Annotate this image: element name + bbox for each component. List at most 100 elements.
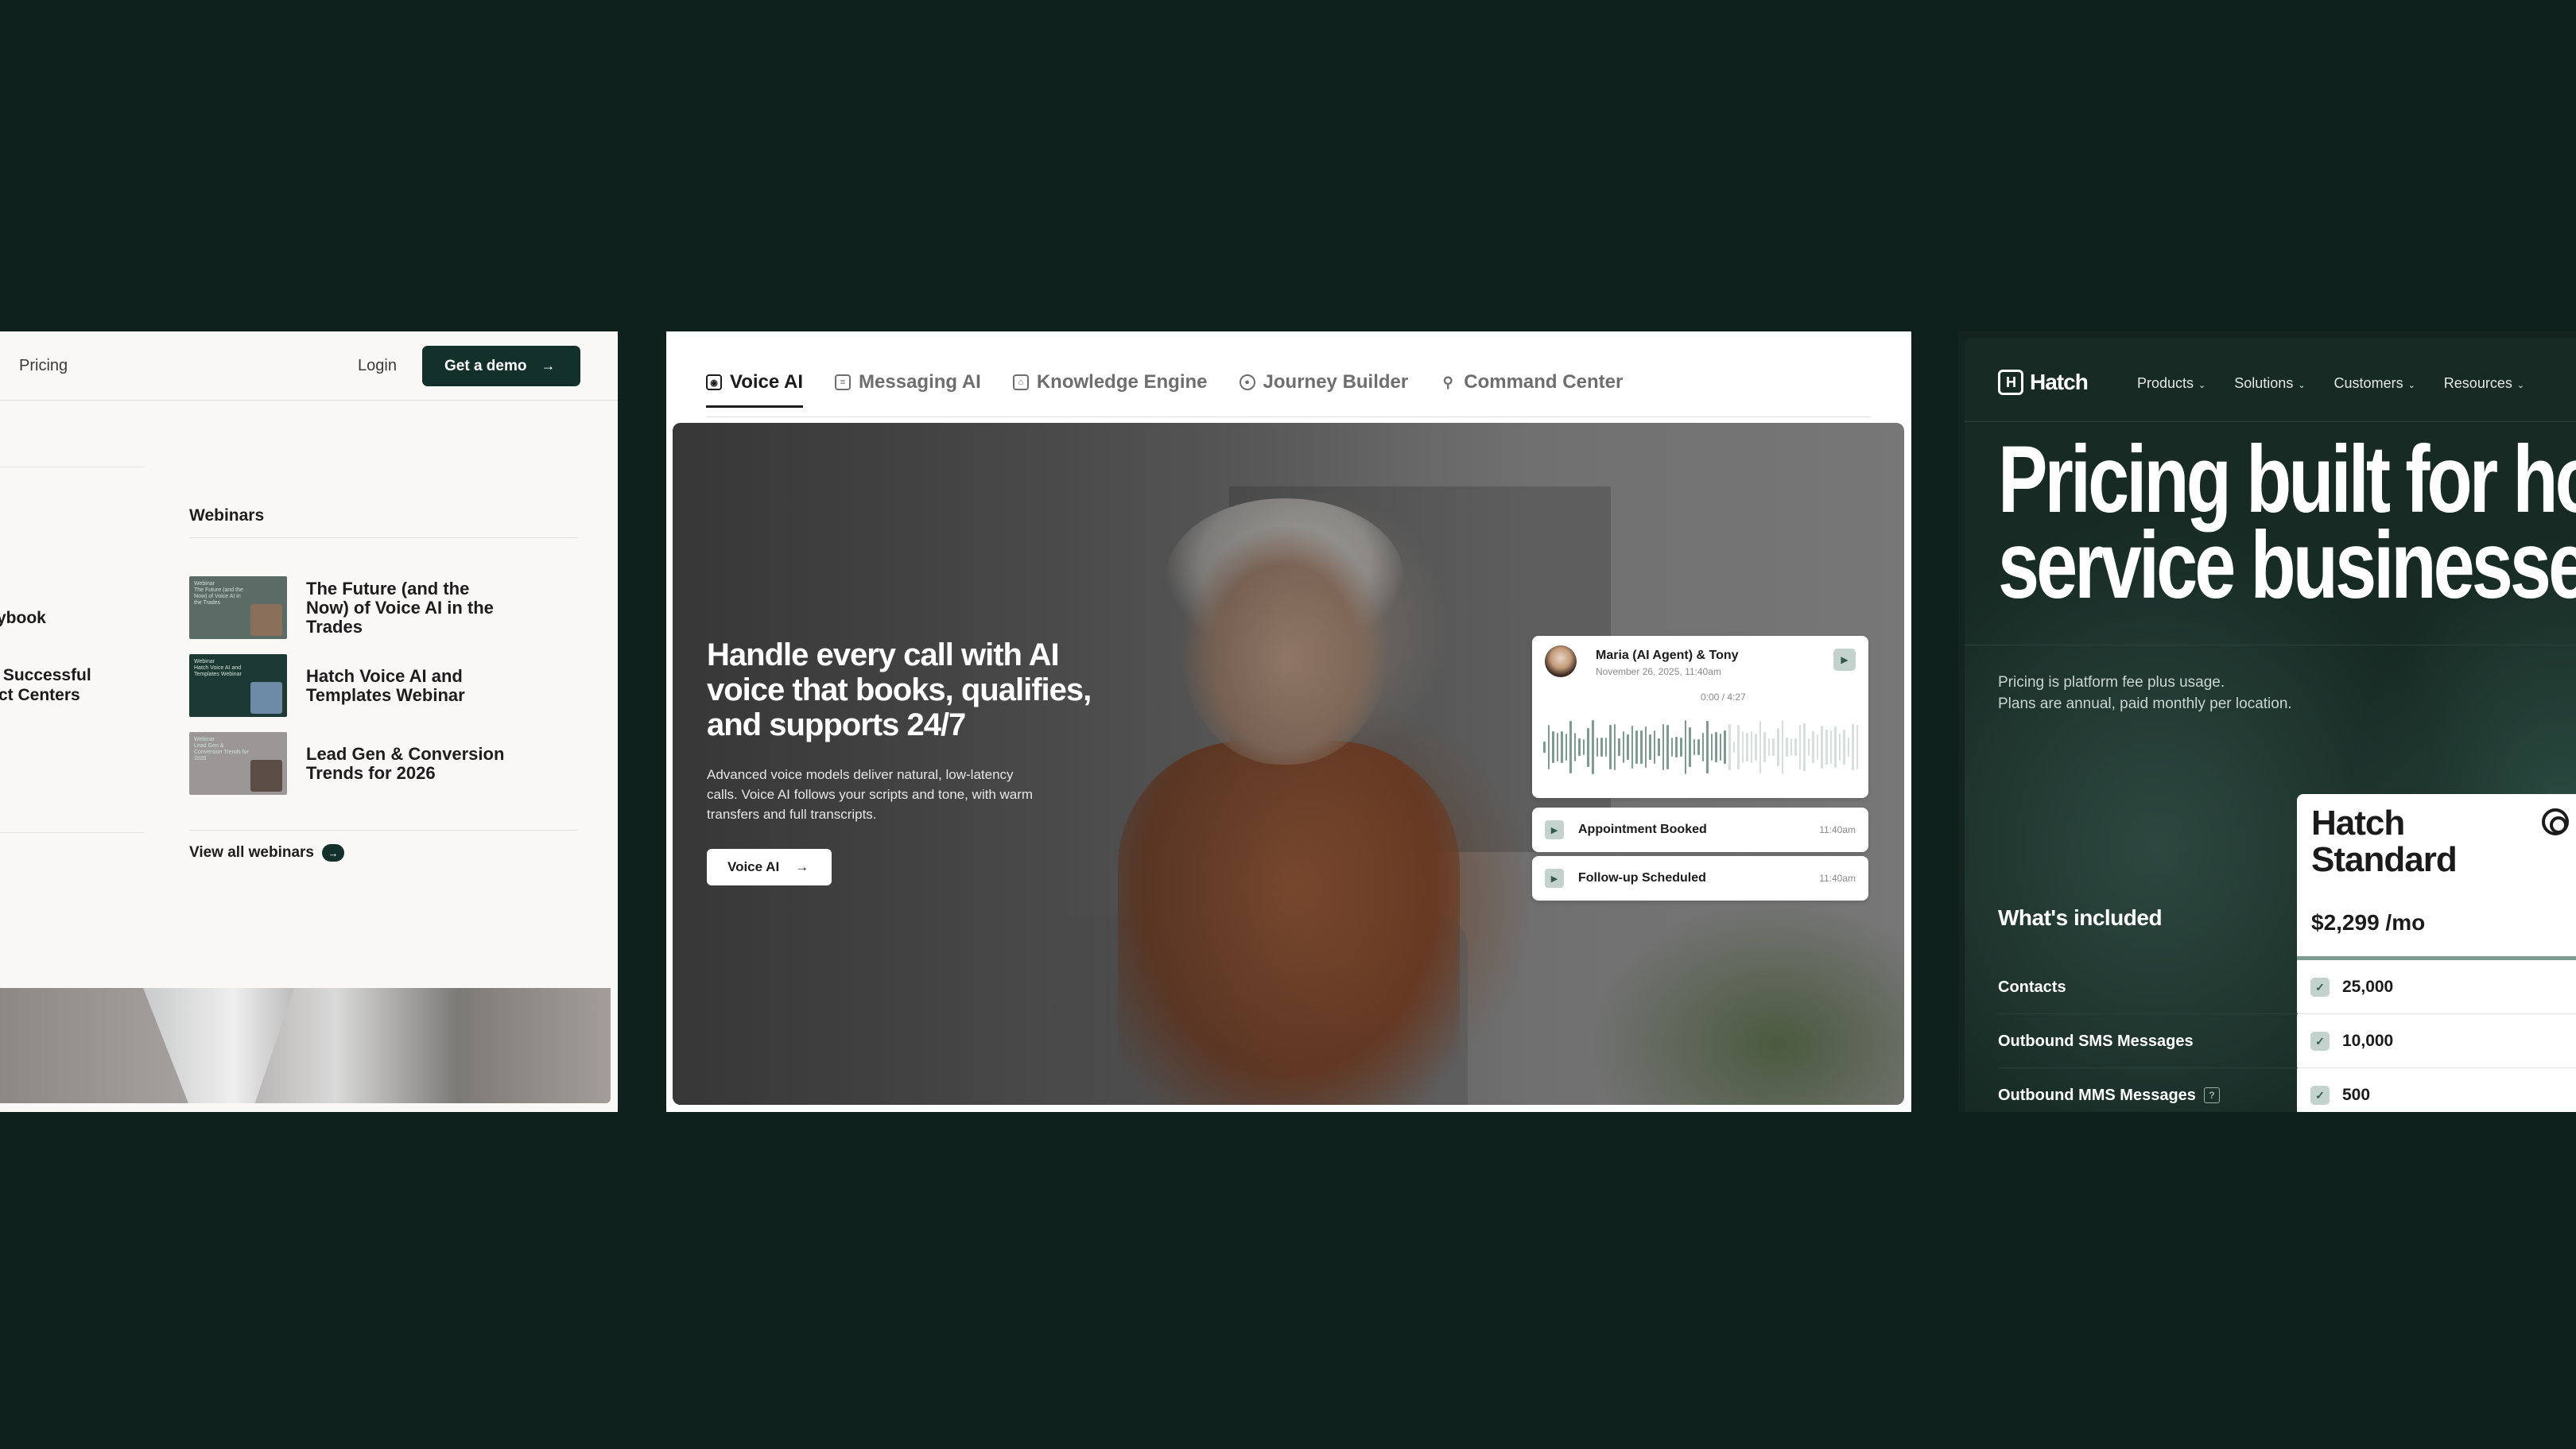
thumbnail-caption: Webinar Lead Gen & Conversion Trends for… [194, 737, 249, 761]
waveform-bar [1763, 732, 1766, 762]
waveform-bar [1767, 738, 1771, 757]
tab-label: Voice AI [730, 371, 804, 393]
voice-ai-button[interactable]: Voice AI → [707, 849, 832, 885]
webinar-item[interactable]: Webinar Lead Gen & Conversion Trends for… [189, 732, 513, 795]
waveform-bar [1786, 737, 1788, 757]
webinar-item[interactable]: Webinar Hatch Voice AI and Templates Web… [189, 654, 513, 717]
waveform-bar [1609, 725, 1612, 769]
call-date: November 26, 2025, 11:40am [1596, 666, 1721, 677]
waveform-bar [1746, 733, 1748, 761]
waveform-bar [1679, 738, 1682, 757]
chevron-down-icon: ⌄ [2198, 381, 2206, 390]
check-icon: ✓ [2310, 1032, 2330, 1051]
check-icon: ✓ [2310, 978, 2330, 997]
nav-customers[interactable]: Customers ⌄ [2334, 375, 2415, 392]
event-card: ▶ Appointment Booked 11:40am [1532, 808, 1868, 852]
webinar-title: Hatch Voice AI and Templates Webinar [306, 665, 465, 705]
call-participants: Maria (AI Agent) & Tony [1596, 649, 1739, 662]
view-all-label: View all webinars [189, 844, 315, 861]
tab-journey-builder[interactable]: ● Journey Builder [1239, 371, 1409, 403]
waveform-bar [1644, 726, 1647, 769]
waveform-bar [1728, 724, 1731, 770]
waveform-bar [1653, 730, 1656, 765]
target-icon [2542, 808, 2569, 835]
waveform-bar [1689, 727, 1691, 767]
waveform-bar [1816, 734, 1819, 761]
arrow-right-icon: → [541, 358, 556, 374]
nav-products[interactable]: Products ⌄ [2137, 375, 2206, 392]
waveform-bar [1573, 732, 1577, 762]
waveform-bar [1834, 726, 1837, 768]
speaker-photo [250, 682, 282, 714]
nav-resources[interactable]: Resources ⌄ [2444, 375, 2524, 392]
pricing-page-screenshot: H Hatch Products ⌄ Solutions ⌄ Customers ⌄ … [1958, 331, 2576, 1112]
speaker-photo [250, 760, 282, 792]
hero-image: Handle every call with AI voice that boo… [673, 423, 1904, 1105]
nav-login-link[interactable]: Login [358, 357, 397, 375]
waveform-bar [1592, 720, 1594, 774]
waveform-bar [1666, 725, 1669, 769]
waveform-bar [1658, 738, 1660, 757]
audio-waveform[interactable] [1543, 715, 1859, 779]
waveform-bar [1706, 720, 1709, 774]
divider [1965, 421, 2576, 422]
feature-row: Contacts ✓ 25,000 [1998, 960, 2576, 1014]
webinar-thumbnail: Webinar The Future (and the Now) of Voic… [189, 576, 287, 639]
play-icon[interactable]: ▶ [1545, 820, 1564, 839]
waveform-bar [1543, 742, 1546, 753]
waveform-bar [1604, 738, 1608, 757]
divider [0, 400, 618, 401]
plan-price: $2,299 /mo [2311, 910, 2426, 935]
hatch-logo[interactable]: H Hatch [1998, 370, 2089, 395]
nav-label: Resources [2443, 375, 2512, 391]
tab-label: Journey Builder [1263, 371, 1409, 393]
arrow-right-icon: → [795, 859, 809, 874]
waveform-bar [1618, 738, 1620, 756]
waveform-bar [1798, 724, 1802, 770]
waveform-bar [1693, 739, 1696, 755]
view-all-webinars-link[interactable]: View all webinars → [189, 844, 345, 862]
nav-solutions[interactable]: Solutions ⌄ [2234, 375, 2305, 392]
nav-label: Solutions [2234, 375, 2294, 391]
feature-label: Contacts [1998, 978, 2066, 996]
thumbnail-caption: Webinar The Future (and the Now) of Voic… [194, 581, 243, 606]
page-title: Pricing built for ho service businesse [1998, 426, 2576, 618]
webinar-thumbnail: Webinar Hatch Voice AI and Templates Web… [189, 654, 287, 717]
waveform-bar [1569, 720, 1572, 774]
waveform-bar [1803, 723, 1806, 771]
speaker-photo [250, 604, 282, 636]
messaging-icon: ≡ [835, 374, 852, 390]
feature-label: Outbound MMS Messages [1998, 1086, 2196, 1104]
voice-ai-icon: ◉ [706, 374, 722, 390]
chevron-down-icon: ⌄ [2407, 381, 2415, 390]
tab-command-center[interactable]: ⚲ Command Center [1440, 371, 1624, 403]
waveform-bar [1790, 738, 1793, 757]
plan-name: Hatch Standard [2311, 804, 2458, 879]
waveform-bar [1737, 725, 1740, 769]
help-icon[interactable]: ? [2203, 1087, 2220, 1103]
description-line: Plans are annual, paid monthly per locat… [1998, 695, 2292, 712]
tab-messaging-ai[interactable]: ≡ Messaging AI [835, 371, 981, 403]
truncated-menu-item[interactable]: Successful ct Centers [0, 665, 91, 705]
waveform-bar [1829, 730, 1833, 764]
waveform-bar [1719, 733, 1722, 761]
tab-knowledge-engine[interactable]: ⌂ Knowledge Engine [1012, 371, 1208, 403]
check-icon: ✓ [2310, 1086, 2330, 1105]
nav-pricing-link[interactable]: Pricing [19, 357, 68, 375]
truncated-menu-item[interactable]: ybook [0, 608, 46, 628]
webinar-item[interactable]: Webinar The Future (and the Now) of Voic… [189, 576, 513, 639]
waveform-bar [1755, 734, 1757, 761]
play-icon[interactable]: ▶ [1545, 869, 1564, 888]
event-time: 11:40am [1819, 873, 1856, 884]
waveform-bar [1631, 726, 1634, 769]
get-demo-button[interactable]: Get a demo → [422, 346, 580, 386]
webinar-thumbnail: Webinar Lead Gen & Conversion Trends for… [189, 732, 287, 795]
tabs-divider [706, 416, 1872, 417]
play-button[interactable]: ▶ [1833, 649, 1856, 671]
waveform-bar [1627, 734, 1629, 761]
nav-label: Products [2137, 375, 2194, 391]
hero-photo [0, 988, 611, 1103]
tab-voice-ai[interactable]: ◉ Voice AI [706, 371, 804, 408]
event-time: 11:40am [1819, 824, 1856, 835]
waveform-bar [1622, 730, 1625, 764]
